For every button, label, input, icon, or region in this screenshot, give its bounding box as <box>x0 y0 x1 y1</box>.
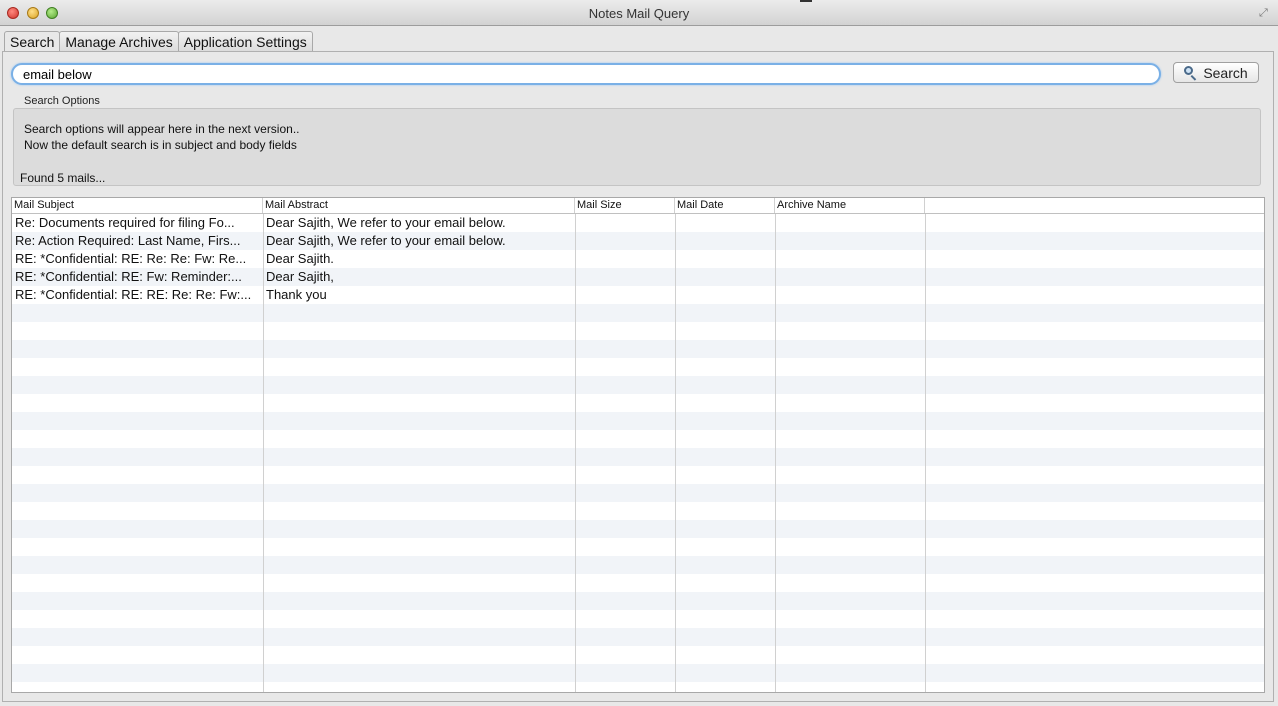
cell-mail-abstract: Dear Sajith. <box>266 251 334 266</box>
window-title: Notes Mail Query <box>588 6 690 21</box>
fullscreen-icon[interactable]: ⤢ <box>1259 7 1272 20</box>
cell-archive-name <box>775 268 925 286</box>
empty-table-row <box>12 412 1264 430</box>
tab-bar: Search Manage Archives Application Setti… <box>4 31 313 52</box>
cell-mail-size <box>575 232 675 250</box>
empty-table-row <box>12 682 1264 692</box>
table-row[interactable]: RE: *Confidential: RE: Re: Re: Fw: Re...… <box>12 250 1264 268</box>
cell-archive-name <box>775 214 925 232</box>
column-divider <box>263 214 264 692</box>
empty-table-row <box>12 664 1264 682</box>
column-divider <box>775 214 776 692</box>
table-header: Mail Subject Mail Abstract Mail Size Mai… <box>12 198 1264 214</box>
empty-table-row <box>12 538 1264 556</box>
empty-table-row <box>12 394 1264 412</box>
empty-table-row <box>12 484 1264 502</box>
empty-table-row <box>12 592 1264 610</box>
status-text: Found 5 mails... <box>20 171 106 185</box>
search-button[interactable]: Search <box>1173 62 1259 83</box>
cell-mail-subject: RE: *Confidential: RE: Fw: Reminder:... <box>15 269 242 284</box>
empty-table-row <box>12 610 1264 628</box>
menubar-edge <box>800 0 812 2</box>
cell-archive-name <box>775 250 925 268</box>
table-row[interactable]: Re: Action Required: Last Name, Firs... D… <box>12 232 1264 250</box>
cell-mail-date <box>675 214 775 232</box>
cell-archive-name <box>775 286 925 304</box>
cell-mail-size <box>575 214 675 232</box>
cell-mail-abstract: Thank you <box>266 287 327 302</box>
empty-table-row <box>12 466 1264 484</box>
search-options-label: Search Options <box>24 95 100 107</box>
table-row[interactable]: RE: *Confidential: RE: Fw: Reminder:... D… <box>12 268 1264 286</box>
column-header-mail-date[interactable]: Mail Date <box>675 198 775 213</box>
table-row[interactable]: RE: *Confidential: RE: RE: Re: Re: Fw:..… <box>12 286 1264 304</box>
search-input[interactable] <box>11 63 1161 85</box>
cell-mail-abstract: Dear Sajith, We refer to your email belo… <box>266 215 506 230</box>
empty-table-row <box>12 520 1264 538</box>
tab-search[interactable]: Search <box>4 31 61 52</box>
title-bar: Notes Mail Query ⤢ <box>0 0 1278 26</box>
cell-mail-subject: Re: Documents required for filing Fo... <box>15 215 235 230</box>
cell-mail-date <box>675 286 775 304</box>
empty-table-row <box>12 448 1264 466</box>
empty-table-row <box>12 322 1264 340</box>
cell-mail-subject: RE: *Confidential: RE: Re: Re: Fw: Re... <box>15 251 247 266</box>
cell-mail-abstract: Dear Sajith, <box>266 269 334 284</box>
cell-mail-size <box>575 250 675 268</box>
cell-mail-abstract: Dear Sajith, We refer to your email belo… <box>266 233 506 248</box>
tab-application-settings[interactable]: Application Settings <box>177 31 313 51</box>
cell-mail-size <box>575 286 675 304</box>
column-divider <box>675 214 676 692</box>
options-info-line-2: Now the default search is in subject and… <box>24 138 297 152</box>
column-header-mail-abstract[interactable]: Mail Abstract <box>263 198 575 213</box>
empty-table-row <box>12 358 1264 376</box>
cell-mail-date <box>675 268 775 286</box>
empty-table-row <box>12 376 1264 394</box>
cell-mail-subject: RE: *Confidential: RE: RE: Re: Re: Fw:..… <box>15 287 252 302</box>
empty-table-row <box>12 646 1264 664</box>
search-icon <box>1184 65 1198 81</box>
empty-table-row <box>12 430 1264 448</box>
empty-table-row <box>12 628 1264 646</box>
column-header-archive-name[interactable]: Archive Name <box>775 198 925 213</box>
empty-table-row <box>12 556 1264 574</box>
empty-table-row <box>12 304 1264 322</box>
column-header-mail-subject[interactable]: Mail Subject <box>12 198 263 213</box>
column-divider <box>575 214 576 692</box>
cell-archive-name <box>775 232 925 250</box>
cell-mail-date <box>675 250 775 268</box>
column-header-mail-size[interactable]: Mail Size <box>575 198 675 213</box>
table-body: Re: Documents required for filing Fo... D… <box>12 214 1264 692</box>
table-row[interactable]: Re: Documents required for filing Fo... D… <box>12 214 1264 232</box>
search-button-label: Search <box>1203 64 1248 81</box>
column-divider <box>925 214 926 692</box>
empty-table-row <box>12 574 1264 592</box>
options-info-line-1: Search options will appear here in the n… <box>24 122 300 136</box>
cell-mail-subject: Re: Action Required: Last Name, Firs... <box>15 233 241 248</box>
empty-table-row <box>12 340 1264 358</box>
tab-manage-archives[interactable]: Manage Archives <box>59 31 179 51</box>
cell-mail-size <box>575 268 675 286</box>
cell-mail-date <box>675 232 775 250</box>
empty-table-row <box>12 502 1264 520</box>
results-table: Mail Subject Mail Abstract Mail Size Mai… <box>11 197 1265 693</box>
